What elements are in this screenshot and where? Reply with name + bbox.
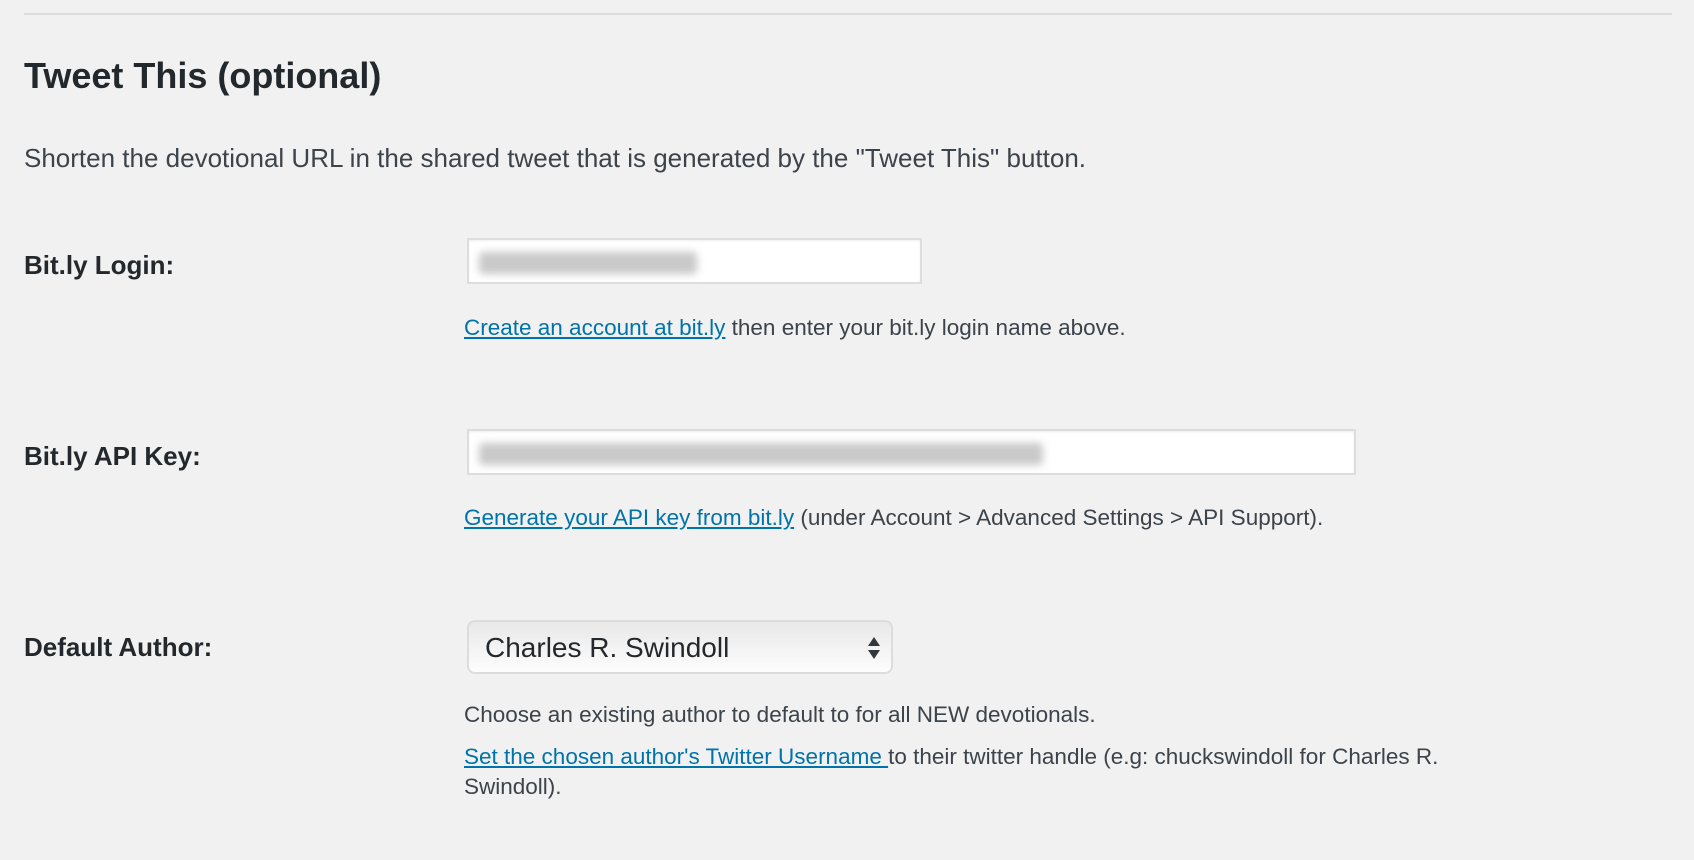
help-text: to their twitter handle (e.g: chuckswind… xyxy=(888,744,1439,769)
selected-author: Charles R. Swindoll xyxy=(485,632,730,663)
select-updown-arrows-icon xyxy=(868,637,880,659)
section-description: Shorten the devotional URL in the shared… xyxy=(24,143,1087,173)
help-text: then enter your bit.ly login name above. xyxy=(725,315,1126,340)
bitly-login-label: Bit.ly Login: xyxy=(24,250,175,280)
bitly-login-input[interactable] xyxy=(467,238,922,284)
twitter-username-help: Set the chosen author's Twitter Username… xyxy=(464,742,1438,772)
default-author-label: Default Author: xyxy=(24,632,213,662)
bitly-login-help: Create an account at bit.ly then enter y… xyxy=(464,313,1126,343)
bitly-api-key-input[interactable] xyxy=(467,429,1356,475)
set-twitter-username-link[interactable]: Set the chosen author's Twitter Username xyxy=(464,744,888,769)
section-divider xyxy=(24,13,1672,15)
bitly-api-key-help: Generate your API key from bit.ly (under… xyxy=(464,503,1323,533)
help-text: (under Account > Advanced Settings > API… xyxy=(794,505,1324,530)
bitly-api-key-label: Bit.ly API Key: xyxy=(24,441,201,471)
section-title: Tweet This (optional) xyxy=(24,55,382,96)
create-account-link[interactable]: Create an account at bit.ly xyxy=(464,315,725,340)
twitter-username-help-cont: Swindoll). xyxy=(464,774,562,799)
redacted-value xyxy=(479,443,1043,465)
default-author-help: Choose an existing author to default to … xyxy=(464,702,1096,727)
default-author-select[interactable]: Charles R. Swindoll xyxy=(467,620,893,674)
generate-api-key-link[interactable]: Generate your API key from bit.ly xyxy=(464,505,794,530)
redacted-value xyxy=(479,252,697,274)
